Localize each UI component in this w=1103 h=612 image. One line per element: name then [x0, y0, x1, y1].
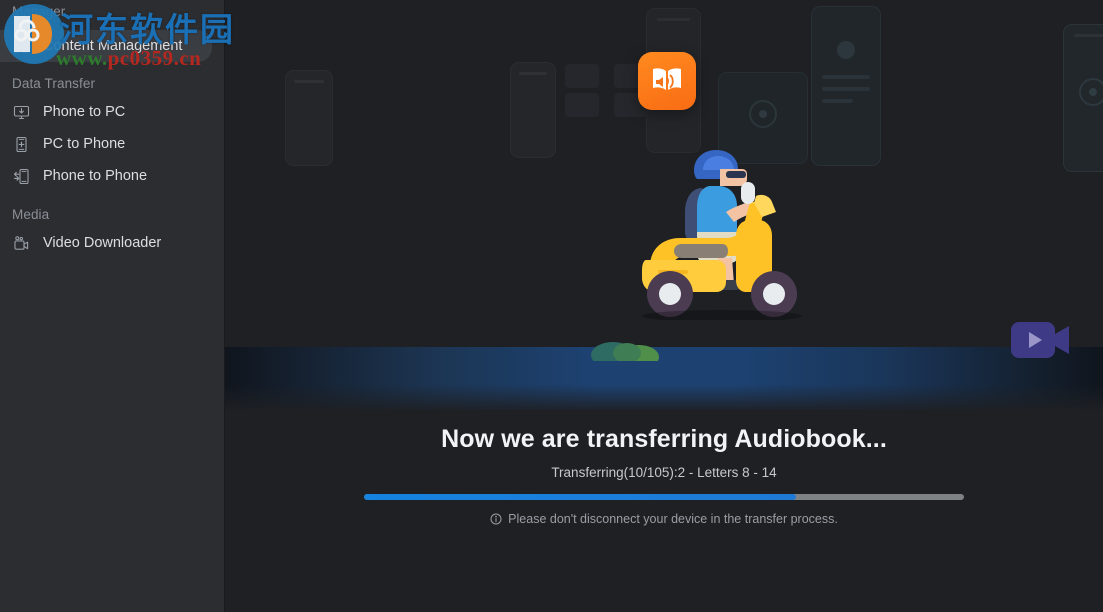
sidebar: Manager Content Management Data Transfer	[0, 0, 225, 612]
sidebar-item-label: PC to Phone	[43, 136, 126, 152]
video-camera-icon	[12, 234, 30, 252]
video-play-badge-icon	[1011, 322, 1069, 358]
transfer-hint-text: Please don't disconnect your device in t…	[508, 512, 838, 526]
sidebar-group-label-manager: Manager	[12, 4, 66, 19]
info-icon	[490, 513, 502, 525]
sidebar-item-phone-to-pc[interactable]: Phone to PC	[0, 96, 224, 128]
sidebar-item-label: Content Management	[43, 38, 183, 54]
background-target-ring-icon-2	[1079, 78, 1103, 107]
background-parcel-box	[565, 64, 599, 88]
sidebar-item-phone-to-phone[interactable]: Phone to Phone	[0, 160, 224, 192]
sidebar-group-label-media: Media	[12, 207, 50, 222]
audiobook-icon	[638, 52, 696, 110]
sidebar-group-data-transfer: Phone to PC PC to Phone Phone to Phone	[0, 96, 224, 192]
sidebar-item-video-downloader[interactable]: Video Downloader	[0, 227, 224, 259]
sidebar-group-media: Video Downloader	[0, 227, 224, 259]
phone-to-phone-icon	[12, 167, 30, 185]
page-title: Now we are transferring Audiobook...	[441, 425, 887, 453]
sidebar-item-label: Video Downloader	[43, 235, 162, 251]
transfer-hint: Please don't disconnect your device in t…	[225, 512, 1103, 526]
background-phone-left	[285, 70, 333, 166]
transfer-progress-text: Transferring(10/105):2 - Letters 8 - 14	[551, 465, 777, 480]
background-bush	[591, 342, 659, 361]
background-parcel-box	[565, 93, 599, 117]
phone-to-pc-icon	[12, 103, 30, 121]
sidebar-item-label: Phone to Phone	[43, 168, 148, 184]
main-content: Now we are transferring Audiobook... Tra…	[225, 0, 1103, 612]
progress-bar	[364, 494, 964, 500]
illustration-ground-band	[225, 347, 1103, 410]
transfer-status-block: Now we are transferring Audiobook... Tra…	[225, 424, 1103, 526]
sidebar-item-content-management[interactable]: Content Management	[0, 30, 212, 62]
sidebar-item-label: Phone to PC	[43, 104, 126, 120]
sidebar-group-label-data-transfer: Data Transfer	[12, 76, 96, 91]
app-window: Manager Content Management Data Transfer	[0, 0, 1103, 612]
scooter-rider-illustration	[642, 150, 802, 320]
grid-icon	[12, 37, 30, 55]
background-phone-right	[1063, 24, 1103, 172]
background-avatar-icon	[837, 41, 855, 59]
progress-bar-fill	[364, 494, 796, 500]
illustration-area	[225, 0, 1103, 410]
sidebar-item-pc-to-phone[interactable]: PC to Phone	[0, 128, 224, 160]
pc-to-phone-icon	[12, 135, 30, 153]
background-phone-secondary	[510, 62, 556, 158]
